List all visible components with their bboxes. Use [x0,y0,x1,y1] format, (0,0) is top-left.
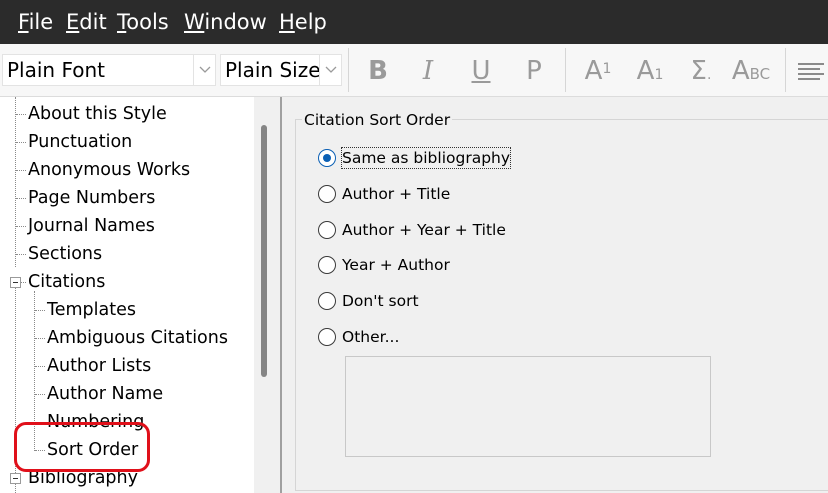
toolbar-separator [785,48,786,92]
tree-line [35,366,45,367]
radio-button[interactable] [318,292,336,310]
size-select-value: Plain Size [225,58,321,82]
tree-line [35,338,45,339]
small-caps-rest: BC [749,65,771,83]
tree-scrollbar[interactable] [254,97,280,493]
tree-line [16,114,26,115]
chevron-down-icon [199,66,211,73]
toolbar-separator [565,48,566,92]
bold-button[interactable]: B [364,54,392,88]
radio-label[interactable]: Don't sort [342,291,419,311]
tree-line [16,170,26,171]
radio-button[interactable] [318,221,336,239]
tree-item-author-lists[interactable]: Author Lists [47,355,151,377]
menu-window-label: indow [204,10,267,34]
tree-line [15,97,16,267]
sigma-icon: Σ [690,56,707,86]
menu-edit-accel: E [66,10,80,34]
chevron-down-icon [325,66,337,73]
font-select-value: Plain Font [7,58,106,82]
superscript-button[interactable]: A1 [580,54,616,88]
toolbar-separator [348,48,349,92]
superscript-mark: 1 [602,61,612,77]
annotation-highlight [14,422,150,472]
tree-item-sections[interactable]: Sections [28,243,102,265]
tree-item-author-name[interactable]: Author Name [47,383,163,405]
tree-item-citations[interactable]: Citations [28,271,105,293]
menu-help-label: elp [294,10,327,34]
menu-help[interactable]: Help [279,8,327,36]
symbol-button[interactable]: Σ. [684,54,718,88]
tree-item-punctuation[interactable]: Punctuation [28,131,132,153]
italic-icon: I [422,56,434,86]
other-sort-textbox[interactable] [345,356,711,457]
tree-item-page-numbers[interactable]: Page Numbers [28,187,155,209]
font-dropdown-button[interactable] [193,55,215,85]
plain-icon: P [526,56,542,86]
menu-window[interactable]: Window [184,8,267,36]
menu-tools-accel: T [117,10,127,34]
small-caps-icon: A [731,56,750,86]
menu-tools[interactable]: Tools [117,8,169,36]
underline-button[interactable]: U [467,54,495,88]
tree-scrollbar-thumb[interactable] [261,125,267,377]
menu-file[interactable]: File [18,8,53,36]
radio-label[interactable]: Author + Title [342,184,450,204]
menu-tools-label: ools [126,10,169,34]
align-left-icon [798,63,824,80]
menu-help-accel: H [279,10,295,34]
radio-label[interactable]: Year + Author [342,255,450,275]
radio-label[interactable]: Author + Year + Title [342,220,506,240]
menu-edit[interactable]: Edit [66,8,107,36]
tree-item-journal-names[interactable]: Journal Names [28,215,155,237]
collapse-icon[interactable] [10,277,21,288]
radio-button-checked[interactable] [318,149,336,167]
menu-edit-label: dit [79,10,107,34]
radio-button[interactable] [318,256,336,274]
radio-label[interactable]: Other... [342,327,399,347]
group-title: Citation Sort Order [302,110,453,130]
underline-icon: U [471,56,491,86]
radio-button[interactable] [318,328,336,346]
subscript-mark: 1 [654,67,664,83]
subscript-icon: A [636,56,655,86]
plain-button[interactable]: P [520,54,548,88]
subscript-button[interactable]: A1 [632,54,668,88]
tree-line [21,282,26,283]
tree-item-templates[interactable]: Templates [47,299,136,321]
collapse-icon[interactable] [10,473,21,484]
menu-window-accel: W [184,10,205,34]
font-select[interactable]: Plain Font [2,54,216,86]
tree-line [16,254,26,255]
superscript-icon: A [584,56,603,86]
size-select[interactable]: Plain Size [220,54,342,86]
symbol-dot: . [706,67,712,83]
tree-line [35,394,45,395]
tree-item-ambiguous-citations[interactable]: Ambiguous Citations [47,327,228,349]
radio-label[interactable]: Same as bibliography [340,147,512,169]
align-left-button[interactable] [798,62,824,86]
small-caps-button[interactable]: ABC [730,54,772,88]
tree-line [16,198,26,199]
bold-icon: B [368,56,388,86]
tree-line [16,142,26,143]
radio-button[interactable] [318,185,336,203]
menu-bar: File Edit Tools Window Help [0,0,828,44]
tree-line [35,310,45,311]
size-dropdown-button[interactable] [319,55,341,85]
menu-file-label: ile [28,10,54,34]
menu-file-accel: F [18,10,29,34]
tree-item-about-this-style[interactable]: About this Style [28,103,167,125]
tree-line [16,226,26,227]
italic-button[interactable]: I [414,54,442,88]
formatting-toolbar: Plain Font Plain Size B I U P A1 A1 Σ. A… [0,44,828,97]
tree-item-anonymous-works[interactable]: Anonymous Works [28,159,190,181]
